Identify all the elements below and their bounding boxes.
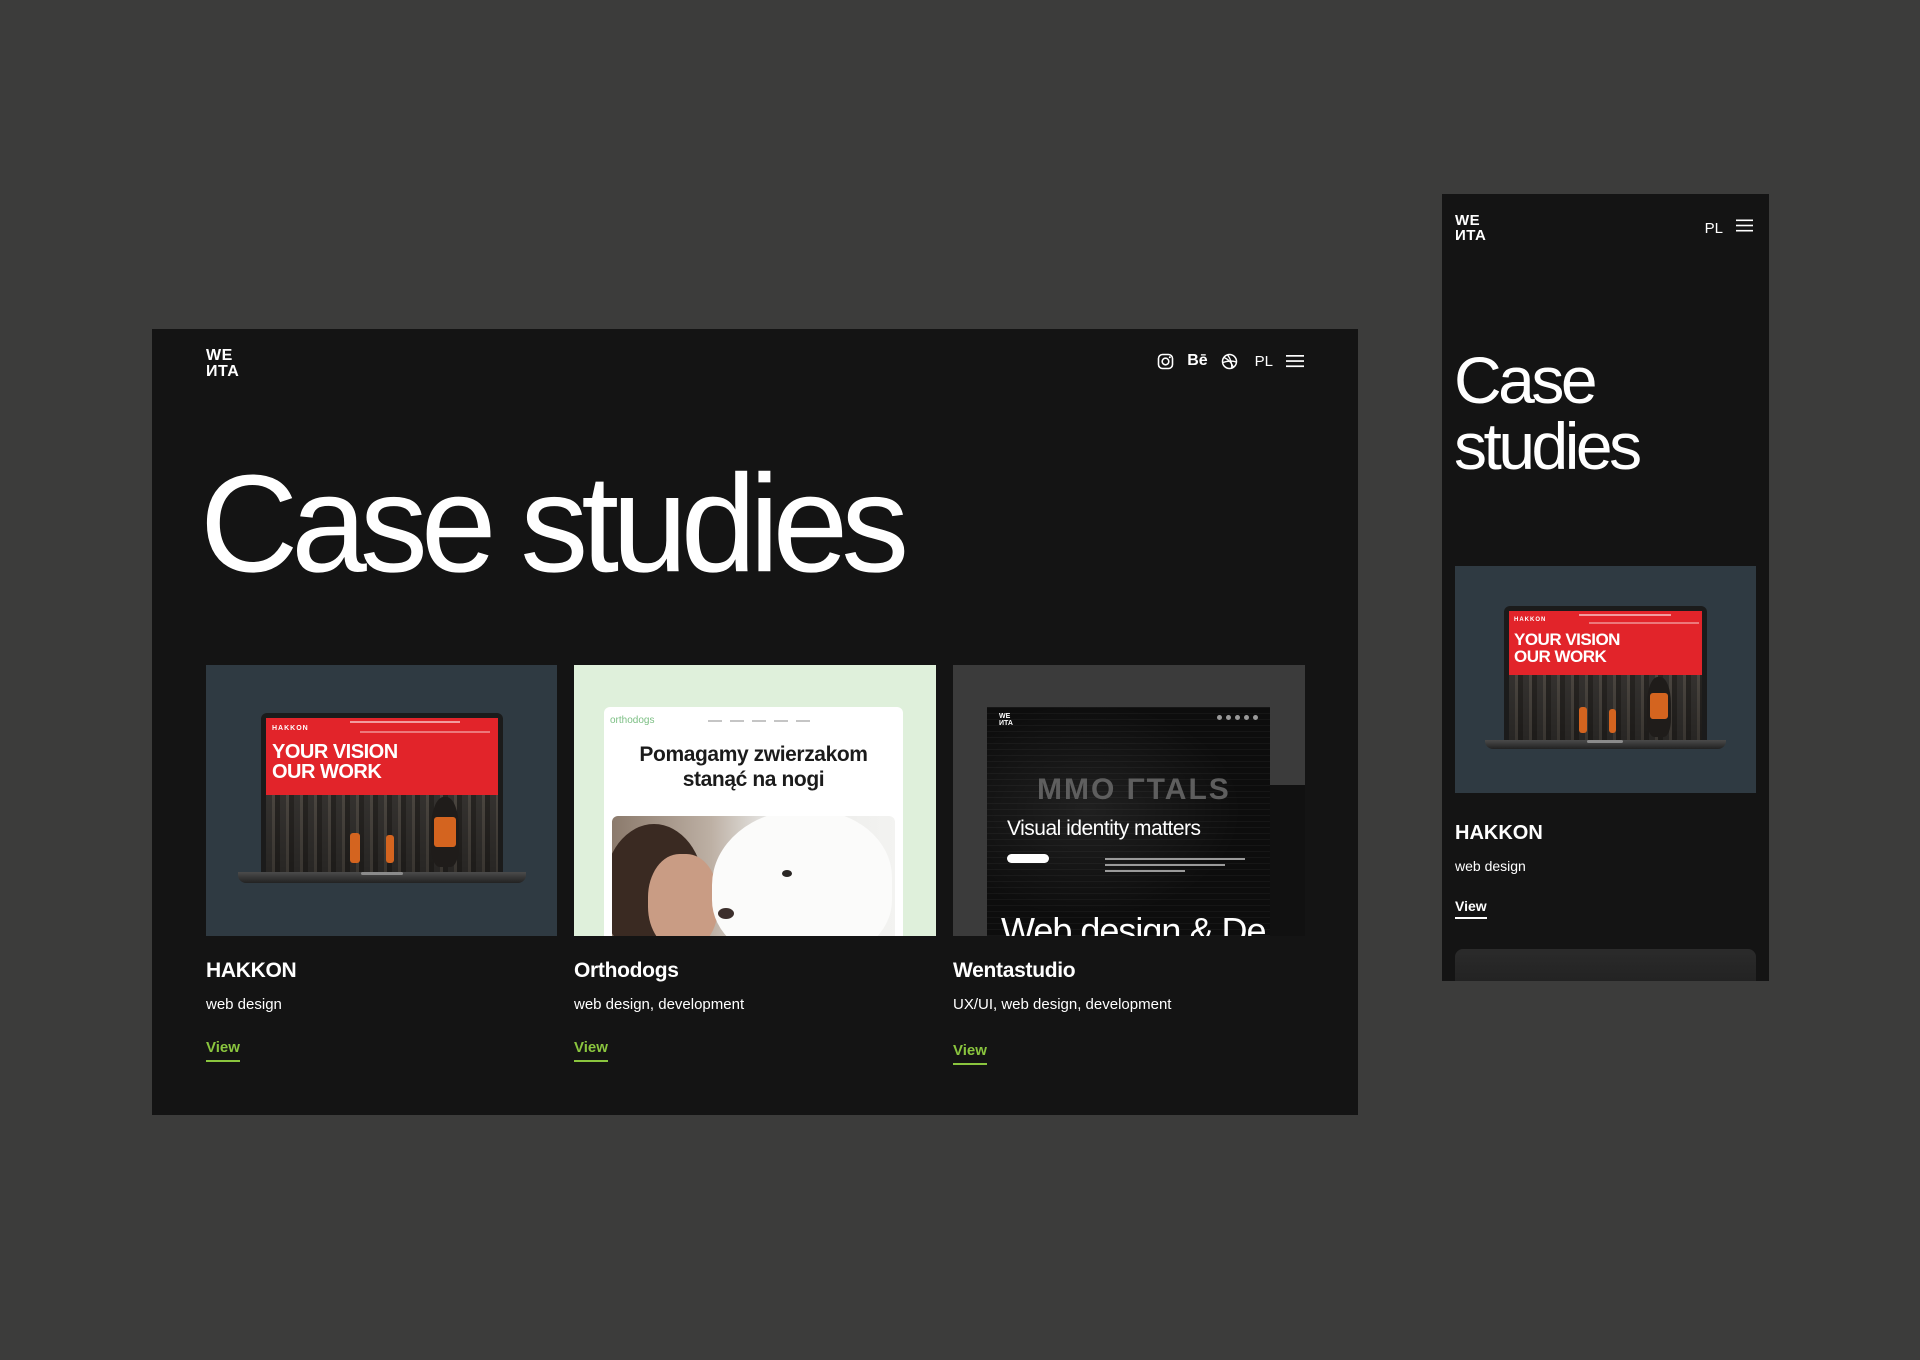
mockup-brand: HAKKON bbox=[272, 725, 309, 732]
logo-line-2: ИТА bbox=[1455, 227, 1487, 244]
language-switch[interactable]: PL bbox=[1255, 353, 1273, 370]
case-card-wentastudio[interactable]: ed &M 20 WE ИТА MMO ΓTALS Visual identit… bbox=[953, 665, 1305, 1065]
case-thumbnail-wentastudio[interactable]: ed &M 20 WE ИТА MMO ΓTALS Visual identit… bbox=[953, 665, 1305, 936]
case-tags: web design bbox=[206, 996, 282, 1013]
case-card-orthodogs[interactable]: orthodogs Pomagamy zwierzakom stanąć na … bbox=[574, 665, 936, 1062]
mockup-headline-1: YOUR VISION bbox=[272, 741, 398, 763]
mockup-logo: orthodogs bbox=[610, 715, 655, 726]
language-switch[interactable]: PL bbox=[1705, 220, 1723, 237]
logo-line-2: ИТА bbox=[206, 363, 240, 380]
mockup-headline: Visual identity matters bbox=[1007, 817, 1201, 840]
case-thumbnail-hakkon[interactable]: HAKKON YOUR VISION OUR WORK bbox=[1455, 566, 1756, 793]
mockup-headline-1: Pomagamy zwierzakom bbox=[639, 743, 868, 766]
case-tags: UX/UI, web design, development bbox=[953, 996, 1172, 1013]
view-link[interactable]: View bbox=[574, 1039, 608, 1062]
site-logo[interactable]: WE ИТА bbox=[1455, 213, 1486, 243]
logo-line-1: WE bbox=[206, 347, 233, 364]
view-link[interactable]: View bbox=[206, 1039, 240, 1062]
case-tags: web design, development bbox=[574, 996, 745, 1013]
site-logo[interactable]: WE ИТА bbox=[206, 348, 239, 380]
dribbble-icon[interactable] bbox=[1221, 353, 1238, 370]
case-title: Orthodogs bbox=[574, 959, 679, 982]
menu-icon[interactable] bbox=[1736, 219, 1753, 237]
header-nav: PL bbox=[1705, 219, 1753, 237]
case-thumbnail-hakkon[interactable]: HAKKON YOUR VISION OUR WORK bbox=[206, 665, 557, 936]
mockup-logo-2: ИТА bbox=[999, 720, 1013, 727]
header-nav: Bē PL bbox=[1157, 352, 1304, 370]
menu-icon[interactable] bbox=[1286, 354, 1304, 368]
mockup-brand: HAKKON bbox=[1514, 617, 1547, 623]
mockup-logo-1: WE bbox=[999, 713, 1011, 720]
page-title-line-1: Case bbox=[1454, 343, 1598, 417]
case-title: HAKKON bbox=[206, 959, 297, 982]
mockup-headline-1: YOUR VISION bbox=[1514, 630, 1620, 649]
page-title: Case studies bbox=[1454, 343, 1642, 483]
mobile-frame: WE ИТА PL Case studies HAKKON YOUR VISIO… bbox=[1442, 194, 1769, 981]
mockup-headline-2: OUR WORK bbox=[272, 761, 382, 783]
case-title: HAKKON bbox=[1455, 822, 1543, 844]
next-case-card-peek[interactable] bbox=[1455, 949, 1756, 981]
instagram-icon[interactable] bbox=[1157, 353, 1174, 370]
case-thumbnail-orthodogs[interactable]: orthodogs Pomagamy zwierzakom stanąć na … bbox=[574, 665, 936, 936]
view-link[interactable]: View bbox=[1455, 898, 1487, 919]
view-link[interactable]: View bbox=[953, 1042, 987, 1065]
case-title: Wentastudio bbox=[953, 959, 1076, 982]
mockup-headline-2: OUR WORK bbox=[1514, 647, 1607, 666]
mockup-graffiti: MMO ΓTALS bbox=[1037, 773, 1231, 806]
desktop-frame: WE ИТА Bē PL Case studies HAKKON YOUR VI… bbox=[152, 329, 1358, 1115]
mockup-photo bbox=[612, 816, 895, 936]
mockup-big-text: Web design & De bbox=[1001, 910, 1266, 936]
page-title-line-2: studies bbox=[1454, 409, 1642, 483]
website-mockup: orthodogs Pomagamy zwierzakom stanąć na … bbox=[604, 707, 903, 936]
website-mockup: WE ИТА MMO ΓTALS Visual identity matters… bbox=[987, 707, 1270, 936]
mockup-headline-2: stanąć na nogi bbox=[682, 767, 825, 791]
case-card-hakkon[interactable]: HAKKON YOUR VISION OUR WORK HAKKON web d… bbox=[1455, 566, 1756, 919]
page-title: Case studies bbox=[200, 445, 909, 601]
behance-icon[interactable]: Bē bbox=[1187, 352, 1207, 370]
case-tags: web design bbox=[1455, 858, 1526, 874]
case-card-hakkon[interactable]: HAKKON YOUR VISION OUR WORK HAKKON web d… bbox=[206, 665, 557, 1062]
logo-line-1: WE bbox=[1455, 212, 1481, 229]
